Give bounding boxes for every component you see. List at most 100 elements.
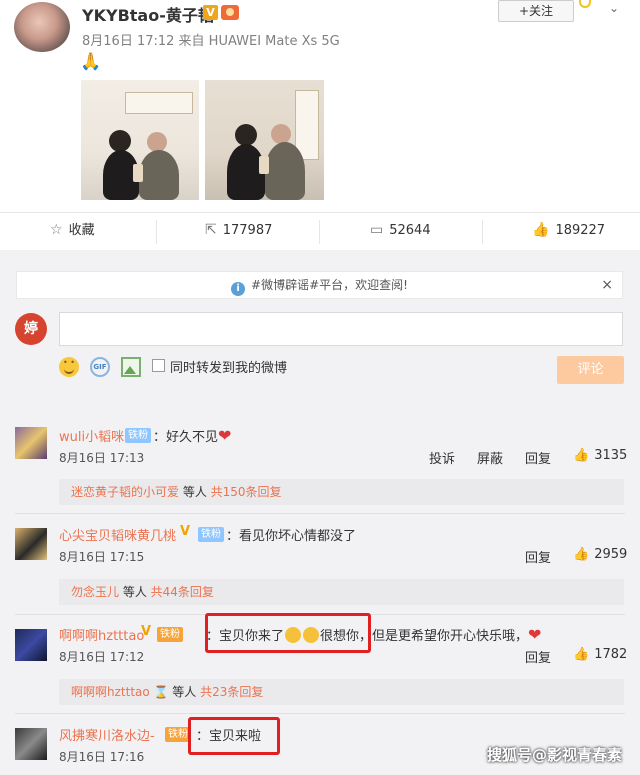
comment-time: 8月16日 17:13 [59,451,145,465]
level-badge-icon [221,5,239,20]
calligraphy-scroll [125,92,193,114]
gift-box [259,156,269,174]
person-body [265,142,305,200]
comment-text-body: ：好久不见 [153,430,219,445]
reply-preview-tail: 等人 [168,685,201,699]
comment-like-count: 1782 [594,647,628,662]
comment-like-button[interactable]: 👍 2959 [573,547,627,562]
comment-text: ：好久不见❤ [153,426,231,445]
reply-preview[interactable]: 啊啊啊hztttao ⌛ 等人 共23条回复 [59,679,624,705]
reply-preview-name: 勿念玉儿 [71,585,120,599]
thumbs-up-icon: 👍 [532,222,550,238]
divider [482,220,483,244]
watermark: 搜狐号@影视青春素 [487,746,623,764]
reply-preview-count: 共23条回复 [200,685,264,699]
comment-time: 8月16日 17:16 [59,750,145,764]
emoji-reaction-icon [579,0,591,8]
comment-like-button[interactable]: 👍 1782 [573,647,627,662]
repost-count: 177987 [222,223,273,238]
fan-badge: 铁粉 [157,627,183,642]
person-body [139,150,179,200]
submit-comment-button[interactable]: 评论 [557,356,624,384]
reply-button[interactable]: 回复 [525,448,551,467]
fan-badge: 铁粉 [125,428,151,443]
weibo-post: YKYBtao-黄子韬 V +关注 ⌄ 8月16日 17:12 来自 HUAWE… [0,0,640,212]
my-avatar: 婷 [15,313,47,345]
author-avatar[interactable] [14,2,70,52]
commenter-name[interactable]: wuli小韬咪 [59,426,124,445]
commenter-avatar[interactable] [15,528,47,560]
emoji-icon[interactable] [59,357,79,377]
reply-preview-count: 共150条回复 [210,485,282,499]
report-button[interactable]: 投诉 [429,448,455,467]
reply-button[interactable]: 回复 [525,647,551,666]
image-icon[interactable] [121,357,141,377]
rumor-notice[interactable]: i #微博辟谣#平台，欢迎查阅! × [16,271,623,299]
comment-input[interactable] [59,312,623,346]
follow-label: +关注 [518,4,554,18]
commenter-avatar[interactable] [15,427,47,459]
share-icon: ⇱ [205,222,217,238]
gift-box [133,164,143,182]
comment-time: 8月16日 17:15 [59,550,145,564]
sync-repost-checkbox[interactable] [152,359,165,372]
reply-button[interactable]: 回复 [525,547,551,566]
heart-icon: ❤ [218,426,232,445]
commenter-avatar[interactable] [15,629,47,661]
block-button[interactable]: 屏蔽 [477,448,503,467]
star-icon: ☆ [50,222,63,238]
like-count: 189227 [555,223,606,238]
gif-icon[interactable]: GIF [90,357,110,377]
verified-icon: V [203,5,218,20]
follow-button[interactable]: +关注 [498,0,574,22]
comment-like-count: 2959 [594,547,628,562]
post-text: 🙏 [80,52,102,72]
author-name[interactable]: YKYBtao-黄子韬 [82,2,214,26]
person-head [235,124,257,146]
reply-preview[interactable]: 迷恋黄子韬的小可爱 等人 共150条回复 [59,479,624,505]
highlight-box [188,717,280,755]
reply-preview-count: 共44条回复 [150,585,214,599]
commenter-name[interactable]: 啊啊啊hztttao [59,625,144,644]
close-icon[interactable]: × [601,272,613,298]
sync-repost-label[interactable]: 同时转发到我的微博 [170,357,287,376]
comment-time: 8月16日 17:12 [59,650,145,664]
reply-preview-tail: 等人 [119,585,151,599]
chevron-down-icon[interactable]: ⌄ [609,1,619,15]
post-meta: 8月16日 17:12 来自 HUAWEI Mate Xs 5G [82,34,340,49]
divider [156,220,157,244]
thumbs-up-icon: 👍 [573,647,590,662]
fan-badge: 铁粉 [198,527,224,542]
hourglass-icon: ⌛ [149,685,169,699]
comment-like-count: 3135 [594,448,628,463]
reply-preview-name: 迷恋黄子韬的小可爱 [71,485,180,499]
comment-icon: ▭ [370,222,384,238]
verified-icon: V [141,624,152,639]
post-photo-2[interactable] [205,80,324,200]
repost-button[interactable]: ⇱ 177987 [205,213,272,250]
person-head [147,132,167,152]
person-head [271,124,291,144]
divider [15,713,625,714]
highlight-box [205,613,371,653]
person-head [109,130,131,152]
like-button[interactable]: 👍 189227 [532,213,605,250]
reply-preview-name: 啊啊啊hztttao [71,685,150,699]
favorite-button[interactable]: ☆ 收藏 [50,213,95,250]
post-photo-1[interactable] [81,80,199,200]
commenter-avatar[interactable] [15,728,47,760]
reply-preview[interactable]: 勿念玉儿 等人 共44条回复 [59,579,624,605]
commenter-name[interactable]: 风拂寒川洛水边- [59,725,155,744]
commenter-name[interactable]: 心尖宝贝韬咪黄几桃 [59,525,176,544]
comment-text-part-3: 但是更希望你开心快乐哦， [372,629,529,644]
verified-icon: V [180,524,191,539]
comment-like-button[interactable]: 👍 3135 [573,448,627,463]
comment-count: 52644 [389,223,431,238]
comment-text: ：看见你坏心情都没了 [226,529,357,544]
divider [15,513,625,514]
thumbs-up-icon: 👍 [573,547,590,562]
comment-button[interactable]: ▭ 52644 [370,213,431,250]
notice-text: #微博辟谣#平台，欢迎查阅! [251,278,408,292]
info-icon: i [231,282,246,296]
favorite-label: 收藏 [68,223,95,238]
